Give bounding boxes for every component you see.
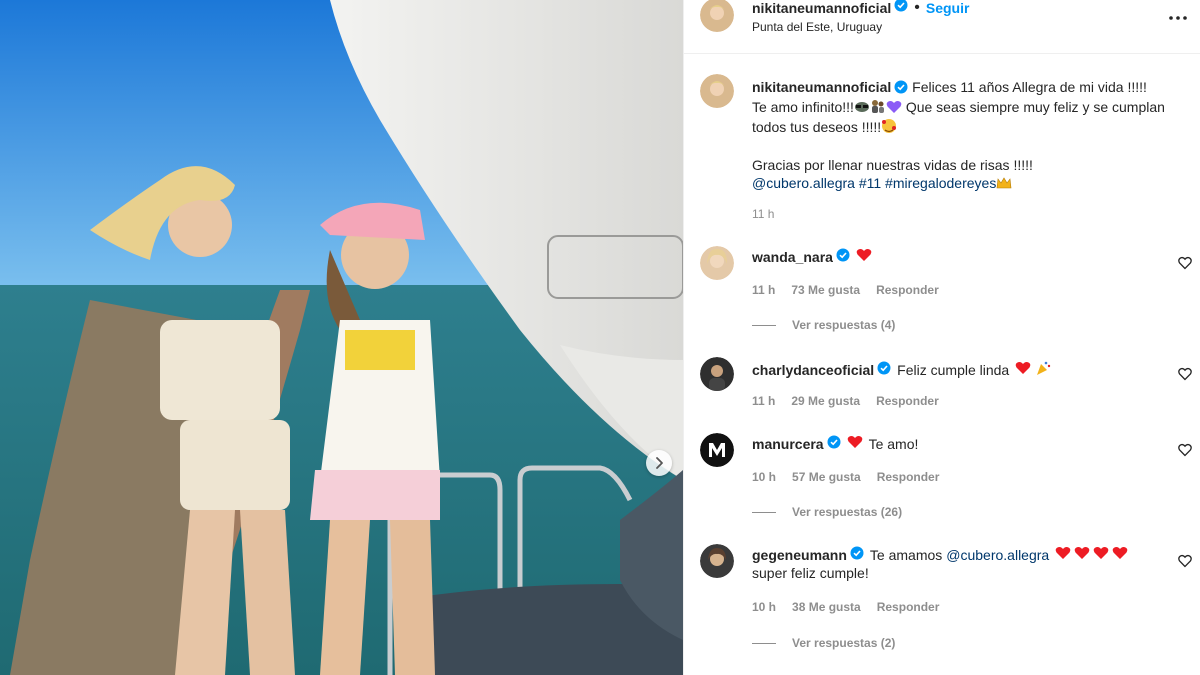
verified-badge-icon	[850, 546, 864, 564]
comment-likes[interactable]: 73 Me gusta	[791, 283, 860, 297]
caption-line: Que seas siempre muy feliz y se cumplan	[905, 99, 1165, 115]
comment-likes[interactable]: 38 Me gusta	[792, 600, 861, 614]
red-heart-icon	[1055, 546, 1071, 564]
view-replies-button[interactable]: Ver respuestas (26)	[752, 505, 902, 519]
comment-time[interactable]: 10 h	[752, 600, 776, 614]
sunglasses-emoji-icon	[854, 100, 870, 118]
reply-button[interactable]: Responder	[877, 600, 940, 614]
reply-button[interactable]: Responder	[876, 394, 939, 408]
reply-button[interactable]: Responder	[877, 470, 940, 484]
comment-mention-link[interactable]: @cubero.allegra	[946, 546, 1049, 564]
next-photo-button[interactable]	[646, 450, 672, 476]
comment-meta: 10 h 57 Me gusta Responder	[752, 470, 939, 484]
verified-badge-icon	[877, 361, 891, 379]
comment-time[interactable]: 11 h	[752, 394, 775, 408]
comment-username[interactable]: manurcera	[752, 435, 824, 453]
comment: charlydanceoficial Feliz cumple linda	[752, 360, 1051, 380]
commenter-avatar[interactable]	[700, 433, 734, 467]
verified-badge-icon	[836, 248, 850, 266]
red-heart-icon	[856, 248, 872, 266]
commenter-avatar[interactable]	[700, 246, 734, 280]
party-popper-icon	[1035, 360, 1051, 380]
comment-time[interactable]: 11 h	[752, 283, 775, 297]
comment-username[interactable]: wanda_nara	[752, 248, 833, 266]
comment-text: Feliz cumple linda	[897, 362, 1010, 378]
reply-button[interactable]: Responder	[876, 283, 939, 297]
heart-outline-icon[interactable]	[1178, 443, 1192, 457]
comment-text: super feliz cumple!	[752, 565, 869, 581]
more-options-icon[interactable]	[1168, 8, 1188, 26]
verified-badge-icon	[894, 0, 908, 17]
comment-likes[interactable]: 29 Me gusta	[791, 394, 860, 408]
crown-emoji-icon	[996, 176, 1012, 194]
view-replies-button[interactable]: Ver respuestas (2)	[752, 636, 895, 650]
comment-text: Te amo!	[868, 436, 919, 452]
follow-button[interactable]: Seguir	[926, 0, 970, 16]
caption-line: Gracias por llenar nuestras vidas de ris…	[752, 157, 1033, 173]
author-username[interactable]: nikitaneumannoficial	[752, 0, 891, 16]
comment-meta: 11 h 73 Me gusta Responder	[752, 283, 939, 297]
instagram-post-view: nikitaneumannoficial • Seguir Punta del …	[0, 0, 1200, 675]
heart-outline-icon[interactable]	[1178, 256, 1192, 270]
post-sidebar: nikitaneumannoficial • Seguir Punta del …	[683, 0, 1200, 675]
caption-mention-link[interactable]: @cubero.allegra	[752, 175, 855, 191]
purple-heart-icon	[886, 100, 902, 118]
red-heart-icon	[1112, 546, 1128, 564]
caption-author-avatar[interactable]	[700, 74, 734, 108]
post-header: nikitaneumannoficial • Seguir Punta del …	[684, 0, 1200, 54]
heart-outline-icon[interactable]	[1178, 367, 1192, 381]
commenter-avatar[interactable]	[700, 357, 734, 391]
caption-line: todos tus deseos !!!!!	[752, 119, 882, 135]
red-heart-icon	[1074, 546, 1090, 564]
comment-username[interactable]: gegeneumann	[752, 546, 847, 564]
caption-hashtags-link[interactable]: #11 #miregalodereyes	[859, 175, 997, 191]
comment-likes[interactable]: 57 Me gusta	[792, 470, 861, 484]
view-replies-button[interactable]: Ver respuestas (4)	[752, 318, 895, 332]
post-location[interactable]: Punta del Este, Uruguay	[752, 20, 882, 34]
verified-badge-icon	[827, 435, 841, 453]
caption-line: Felices 11 años Allegra de mi vida !!!!!	[912, 79, 1147, 95]
verified-badge-icon	[894, 80, 908, 98]
caption-line: Te amo infinito!!!	[752, 99, 854, 115]
comment: wanda_nara	[752, 248, 872, 266]
post-caption: nikitaneumannoficial Felices 11 años All…	[752, 78, 1182, 194]
hearts-face-emoji-icon	[881, 118, 897, 138]
commenter-avatar[interactable]	[700, 544, 734, 578]
comment-meta: 11 h 29 Me gusta Responder	[752, 394, 939, 408]
comment-username[interactable]: charlydanceoficial	[752, 361, 874, 379]
comment-text: Te amamos	[869, 547, 943, 563]
comment: manurcera Te amo!	[752, 435, 918, 453]
red-heart-icon	[1015, 361, 1031, 379]
red-heart-icon	[1093, 546, 1109, 564]
author-avatar[interactable]	[700, 0, 734, 32]
red-heart-icon	[847, 435, 863, 453]
photo-scene	[0, 0, 683, 675]
comment-time[interactable]: 10 h	[752, 470, 776, 484]
heart-outline-icon[interactable]	[1178, 554, 1192, 568]
comment: gegeneumann Te amamos @cubero.allegra su…	[752, 546, 1152, 582]
comment-meta: 10 h 38 Me gusta Responder	[752, 600, 939, 614]
post-photo[interactable]	[0, 0, 683, 675]
caption-username[interactable]: nikitaneumannoficial	[752, 79, 891, 95]
chevron-right-icon	[656, 457, 663, 469]
post-timestamp[interactable]: 11 h	[752, 207, 774, 221]
mother-child-emoji-icon	[870, 98, 886, 118]
